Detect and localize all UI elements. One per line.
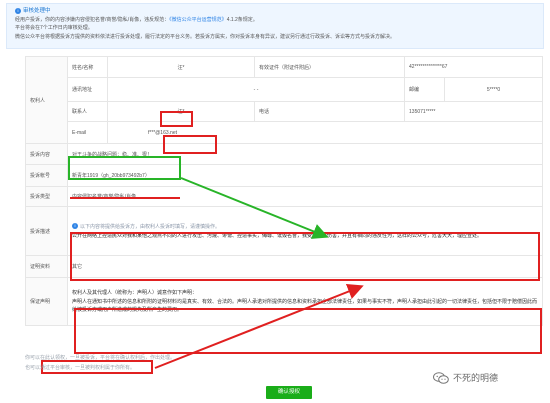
wechat-icon <box>433 371 449 384</box>
green-arrow <box>180 177 329 239</box>
confirm-authorization-button[interactable]: 确认授权 <box>266 386 312 399</box>
footnote-line-1: 你可以在此认领权，一旦被投诉，平台将在确认权利后，作出处理。 <box>25 355 176 361</box>
footnote-line-2: 也可以通过平台审核，一旦被判权利属于你所有。 <box>25 365 136 371</box>
watermark-text: 不死的明德 <box>453 373 499 383</box>
annotation-arrows <box>154 177 364 369</box>
red-arrow <box>154 283 364 369</box>
watermark: 不死的明德 <box>433 371 498 384</box>
